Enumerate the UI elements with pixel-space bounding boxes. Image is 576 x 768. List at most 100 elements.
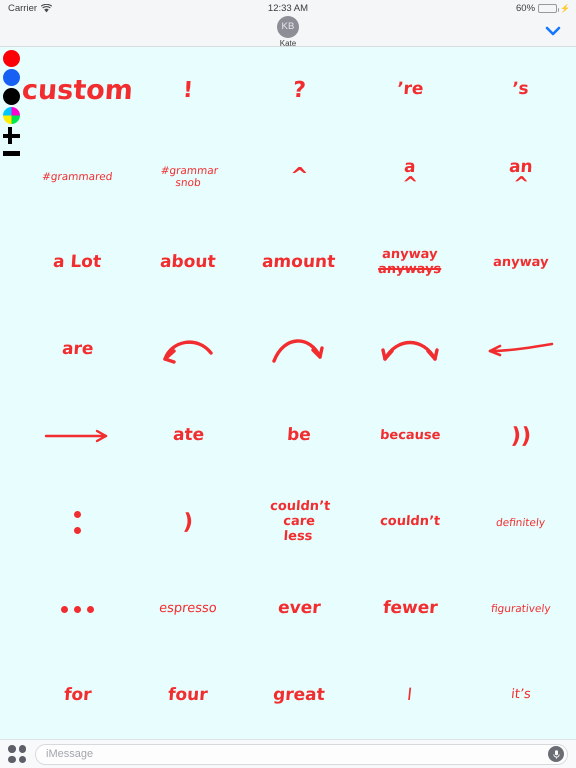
sticker-label: about: [159, 252, 217, 273]
sticker-label: ?: [291, 77, 307, 103]
sticker-a-caret[interactable]: a ^: [354, 134, 465, 221]
sticker-label: I: [406, 684, 414, 705]
sticker-label: couldn’t: [379, 514, 441, 530]
message-input[interactable]: iMessage: [35, 743, 568, 765]
sticker-are[interactable]: are: [22, 307, 133, 394]
sticker-an-caret[interactable]: an ^: [465, 134, 576, 221]
sticker-label: anyway: [381, 247, 439, 263]
sticker-couldnt[interactable]: couldn’t: [354, 480, 465, 567]
curved-arrow-left-icon: [157, 333, 219, 367]
sticker-label: espresso: [158, 600, 218, 616]
sticker-strikethrough-label: anyways: [377, 262, 442, 278]
avatar[interactable]: KB: [277, 16, 299, 38]
sticker-for[interactable]: for: [22, 653, 133, 740]
sticker-curved-arrow-right[interactable]: [244, 307, 355, 394]
sticker-label: are: [61, 338, 94, 359]
chevron-down-icon[interactable]: [544, 24, 562, 38]
sticker-label: !: [182, 77, 195, 103]
sticker-stack: a ^: [401, 157, 419, 196]
battery-percent-label: 60%: [516, 3, 536, 14]
microphone-icon[interactable]: [548, 746, 564, 762]
sticker-label: be: [286, 425, 312, 446]
sticker-label: couldn’t care less: [269, 499, 331, 545]
sticker-label: ’re: [395, 79, 424, 100]
sticker-curved-arrow-left[interactable]: [133, 307, 244, 394]
sticker-exclamation[interactable]: !: [133, 47, 244, 134]
sticker-ate[interactable]: ate: [133, 393, 244, 480]
sticker-couldnt-care-less[interactable]: couldn’t care less: [244, 480, 355, 567]
sticker-grid: custom ! ? ’re ’s #grammared #grammar sn…: [20, 47, 576, 740]
color-wheel[interactable]: [2, 107, 20, 124]
sticker-custom[interactable]: custom: [20, 47, 134, 134]
battery-icon: [538, 4, 560, 13]
sticker-about[interactable]: about: [133, 220, 244, 307]
sticker-right-parenthesis[interactable]: ): [133, 480, 244, 567]
color-swatch-red[interactable]: [2, 50, 20, 67]
sticker-label: fewer: [381, 598, 438, 619]
sticker-apostrophe-s[interactable]: ’s: [465, 47, 576, 134]
caret-icon: ^: [511, 173, 530, 196]
lightning-bolt-icon: ⚡: [560, 4, 570, 13]
message-compose-bar: iMessage: [0, 739, 576, 768]
sticker-label: anyway: [492, 254, 549, 270]
sticker-great[interactable]: great: [244, 653, 355, 740]
sticker-label: custom: [20, 74, 134, 106]
sticker-caret[interactable]: ^: [244, 134, 355, 221]
sticker-hashtag-grammared[interactable]: #grammared: [22, 134, 133, 221]
sticker-question[interactable]: ?: [244, 47, 355, 134]
sticker-because[interactable]: because: [354, 393, 465, 480]
sticker-apostrophe-re[interactable]: ’re: [354, 47, 465, 134]
sticker-arrow-left[interactable]: [465, 307, 576, 394]
sticker-label: four: [167, 684, 209, 705]
sticker-amount[interactable]: amount: [244, 220, 355, 307]
color-swatch-blue[interactable]: [2, 69, 20, 86]
color-swatch-black[interactable]: [2, 88, 20, 105]
sticker-canvas: custom ! ? ’re ’s #grammared #grammar sn…: [0, 47, 576, 739]
plus-icon[interactable]: [2, 126, 21, 145]
minus-icon[interactable]: [2, 149, 21, 159]
sticker-label: figuratively: [490, 603, 552, 616]
sticker-its[interactable]: it’s: [465, 653, 576, 740]
sticker-label: because: [379, 427, 441, 443]
sticker-label: ): [182, 510, 195, 536]
sticker-colon[interactable]: [22, 480, 133, 567]
app-grid-icon[interactable]: [8, 745, 26, 763]
arrow-left-icon: [486, 339, 556, 361]
status-bar: Carrier 12:33 AM 60% ⚡: [0, 0, 576, 17]
sticker-close-parens[interactable]: )): [465, 393, 576, 480]
caret-icon: ^: [401, 173, 419, 196]
imessage-sticker-app: Carrier 12:33 AM 60% ⚡ KB Kate custom ! …: [0, 0, 576, 768]
contact-block[interactable]: KB Kate: [277, 16, 299, 48]
conversation-header: KB Kate: [0, 16, 576, 48]
sticker-label: ’s: [511, 79, 530, 100]
message-placeholder: iMessage: [46, 748, 94, 760]
sticker-label: )): [509, 423, 532, 449]
sticker-label: amount: [261, 252, 337, 273]
sticker-four[interactable]: four: [133, 653, 244, 740]
sticker-hashtag-grammar-snob[interactable]: #grammar snob: [133, 134, 244, 221]
sticker-label: #grammar snob: [159, 164, 219, 189]
sticker-definitely[interactable]: definitely: [465, 480, 576, 567]
sticker-anyway[interactable]: anyway: [465, 220, 576, 307]
sticker-label: ^: [288, 164, 310, 190]
sticker-ever[interactable]: ever: [244, 566, 355, 653]
sticker-be[interactable]: be: [244, 393, 355, 480]
sticker-label: a Lot: [52, 252, 103, 273]
curved-arrow-right-icon: [268, 333, 330, 367]
sticker-espresso[interactable]: espresso: [133, 566, 244, 653]
sticker-label: ate: [172, 425, 205, 446]
sticker-ellipsis[interactable]: [22, 566, 133, 653]
tool-rail: [0, 47, 22, 739]
status-bar-right: 60% ⚡: [516, 3, 570, 14]
sticker-double-curved-arrow[interactable]: [354, 307, 465, 394]
colon-dots-icon: [73, 511, 81, 535]
sticker-capital-i[interactable]: I: [354, 653, 465, 740]
sticker-anyway-correction[interactable]: anyway anyways: [354, 220, 465, 307]
sticker-label: for: [63, 684, 92, 705]
sticker-figuratively[interactable]: figuratively: [465, 566, 576, 653]
sticker-label: #grammared: [41, 170, 114, 183]
sticker-fewer[interactable]: fewer: [354, 566, 465, 653]
sticker-arrow-right[interactable]: [22, 393, 133, 480]
sticker-label: it’s: [510, 687, 532, 703]
sticker-a-lot[interactable]: a Lot: [22, 220, 133, 307]
